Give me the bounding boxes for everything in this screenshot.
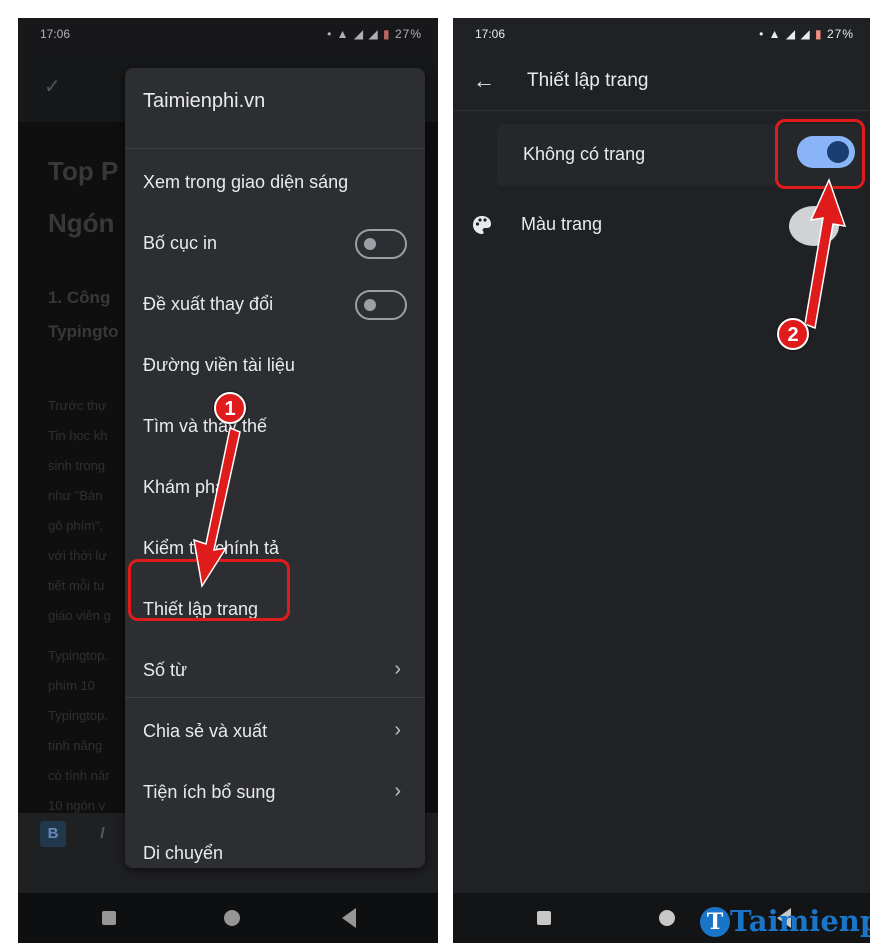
right-phone-screen: 17:06 • ▲ ◢ ◢ ▮ 27% ← Thiết lập trang Kh… [453, 18, 870, 943]
arrow-annotation-2 [804, 177, 847, 330]
recents-button[interactable] [537, 911, 551, 925]
arrow-annotation-1 [193, 426, 241, 589]
logo-t-icon: T [700, 907, 730, 937]
left-phone-screen: 17:06 • ▲ ◢ ◢ ▮ 27% ✓ Top P Ngón 1. Công… [18, 18, 438, 943]
home-button[interactable] [659, 910, 675, 926]
watermark-text: Taimienph [730, 904, 870, 938]
step-badge-1: 1 [214, 392, 246, 424]
step-badge-2: 2 [777, 318, 809, 350]
